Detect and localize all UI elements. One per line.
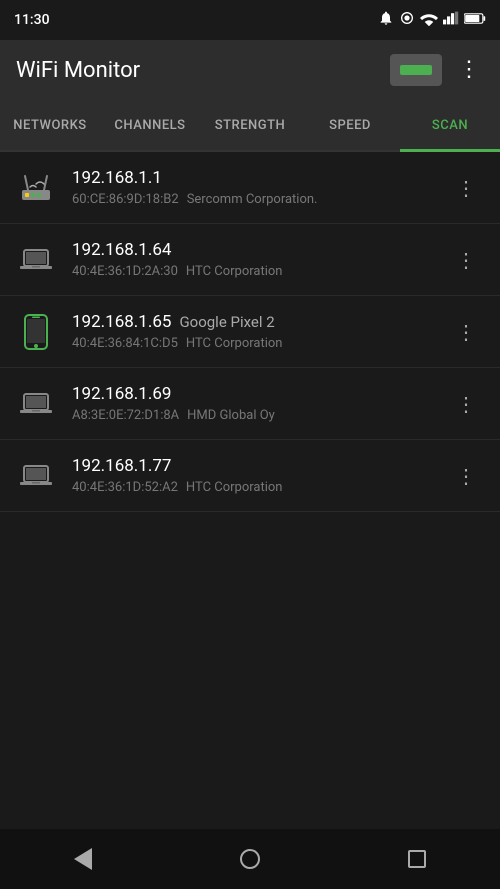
table-row: 192.168.1.64 40:4E:36:1D:2A:30 HTC Corpo… [0, 224, 500, 296]
device-vendor: HTC Corporation [186, 264, 283, 279]
tab-strength[interactable]: STRENGTH [200, 100, 300, 150]
tab-bar: NETWORKS CHANNELS STRENGTH SPEED SCAN [0, 100, 500, 152]
home-button[interactable] [226, 835, 274, 883]
device-menu-button[interactable]: ⋮ [448, 240, 484, 280]
laptop-icon [16, 384, 56, 424]
screen-record-icon [399, 10, 415, 30]
tab-speed[interactable]: SPEED [300, 100, 400, 150]
router-icon [16, 168, 56, 208]
device-menu-button[interactable]: ⋮ [448, 312, 484, 352]
status-icons [378, 10, 486, 30]
status-time: 11:30 [14, 12, 50, 28]
device-info: 192.168.1.77 40:4E:36:1D:52:A2 HTC Corpo… [72, 456, 448, 495]
app-bar-actions: ⋮ [390, 54, 484, 86]
device-info: 192.168.1.64 40:4E:36:1D:2A:30 HTC Corpo… [72, 240, 448, 279]
recents-icon [408, 850, 426, 868]
device-menu-button[interactable]: ⋮ [448, 456, 484, 496]
laptop-icon [16, 240, 56, 280]
device-mac: 40:4E:36:84:1C:D5 [72, 336, 178, 351]
device-vendor: HTC Corporation [186, 336, 283, 351]
device-ip: 192.168.1.64 [72, 240, 171, 260]
device-vendor: Sercomm Corporation. [187, 192, 318, 207]
tab-scan[interactable]: SCAN [400, 100, 500, 150]
table-row: 192.168.1.65 Google Pixel 2 40:4E:36:84:… [0, 296, 500, 368]
tab-channels[interactable]: CHANNELS [100, 100, 200, 150]
wifi-signal-bar [400, 65, 432, 75]
device-ip: 192.168.1.77 [72, 456, 171, 476]
device-mac: 40:4E:36:1D:2A:30 [72, 264, 178, 279]
status-bar: 11:30 [0, 0, 500, 40]
battery-icon [464, 12, 486, 29]
device-list: 192.168.1.1 60:CE:86:9D:18:B2 Sercomm Co… [0, 152, 500, 512]
device-ip: 192.168.1.1 [72, 168, 162, 188]
device-mac: 60:CE:86:9D:18:B2 [72, 192, 179, 207]
device-info: 192.168.1.1 60:CE:86:9D:18:B2 Sercomm Co… [72, 168, 448, 207]
device-menu-button[interactable]: ⋮ [448, 168, 484, 208]
navigation-bar [0, 829, 500, 889]
device-vendor: HTC Corporation [186, 480, 283, 495]
device-info: 192.168.1.65 Google Pixel 2 40:4E:36:84:… [72, 312, 448, 351]
tab-networks[interactable]: NETWORKS [0, 100, 100, 150]
device-menu-button[interactable]: ⋮ [448, 384, 484, 424]
device-ip: 192.168.1.65 [72, 312, 171, 332]
overflow-menu-button[interactable]: ⋮ [454, 55, 484, 85]
laptop-icon [16, 456, 56, 496]
notification-icon [378, 10, 394, 30]
device-ip: 192.168.1.69 [72, 384, 171, 404]
device-mac: A8:3E:0E:72:D1:8A [72, 408, 179, 423]
back-button[interactable] [59, 835, 107, 883]
app-title: WiFi Monitor [16, 58, 140, 83]
device-mac: 40:4E:36:1D:52:A2 [72, 480, 178, 495]
home-icon [240, 849, 260, 869]
device-vendor: HMD Global Oy [187, 408, 275, 423]
wifi-indicator [390, 54, 442, 86]
device-name: Google Pixel 2 [179, 313, 274, 331]
recents-button[interactable] [393, 835, 441, 883]
table-row: 192.168.1.77 40:4E:36:1D:52:A2 HTC Corpo… [0, 440, 500, 512]
wifi-signal-icon [420, 10, 438, 30]
phone-icon [16, 312, 56, 352]
table-row: 192.168.1.1 60:CE:86:9D:18:B2 Sercomm Co… [0, 152, 500, 224]
back-icon [74, 848, 92, 870]
app-bar: WiFi Monitor ⋮ [0, 40, 500, 100]
table-row: 192.168.1.69 A8:3E:0E:72:D1:8A HMD Globa… [0, 368, 500, 440]
signal-bars-icon [443, 11, 459, 29]
device-info: 192.168.1.69 A8:3E:0E:72:D1:8A HMD Globa… [72, 384, 448, 423]
